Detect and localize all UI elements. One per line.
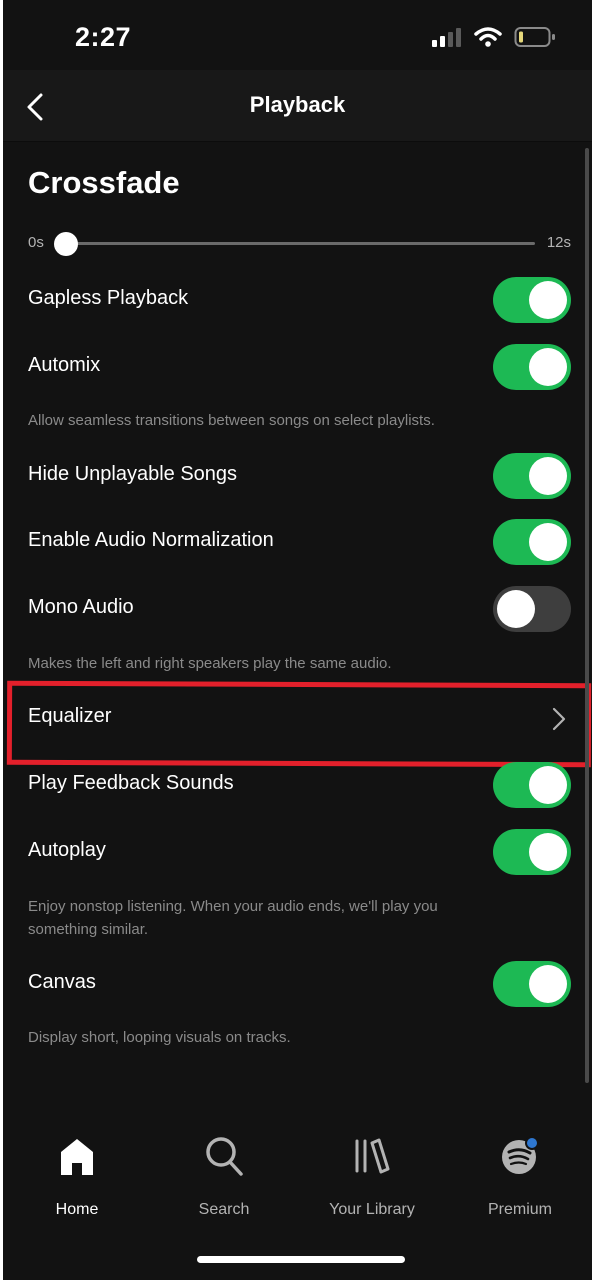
- library-icon: [355, 1138, 390, 1174]
- slider-thumb[interactable]: [54, 232, 78, 256]
- toggle-knob: [529, 965, 567, 1003]
- toggle-knob: [529, 281, 567, 319]
- hide-unplayable-label: Hide Unplayable Songs: [28, 463, 238, 485]
- crossfade-slider[interactable]: 0s 12s: [28, 231, 571, 256]
- automix-row: Automix: [28, 344, 571, 390]
- wifi-icon: [474, 27, 502, 47]
- slider-track[interactable]: [54, 232, 535, 256]
- toggle-knob: [529, 523, 567, 561]
- nav-search-label: Search: [198, 1201, 250, 1218]
- audio-normalization-label: Enable Audio Normalization: [28, 529, 274, 551]
- feedback-sounds-toggle[interactable]: [493, 762, 571, 808]
- page-title: Playback: [249, 92, 346, 117]
- status-time: 2:27: [75, 22, 132, 52]
- gapless-playback-toggle[interactable]: [493, 277, 571, 323]
- mono-audio-description: Makes the left and right speakers play t…: [28, 655, 392, 672]
- battery-icon: [514, 27, 555, 47]
- mono-audio-row: Mono Audio: [28, 586, 571, 632]
- autoplay-toggle[interactable]: [493, 829, 571, 875]
- cellular-signal-icon: [432, 28, 461, 47]
- mono-audio-toggle[interactable]: [493, 586, 571, 632]
- search-icon: [206, 1137, 243, 1176]
- slider-min-label: 0s: [28, 234, 44, 251]
- feedback-sounds-label: Play Feedback Sounds: [28, 772, 234, 794]
- toggle-knob: [497, 590, 535, 628]
- autoplay-label: Autoplay: [28, 839, 106, 861]
- feedback-sounds-row: Play Feedback Sounds: [28, 762, 571, 808]
- autoplay-description-line-1: Enjoy nonstop listening. When your audio…: [28, 898, 438, 915]
- scrollbar[interactable]: [585, 148, 589, 1083]
- toggle-knob: [529, 457, 567, 495]
- spotify-logo-icon: [502, 1136, 539, 1174]
- gapless-playback-label: Gapless Playback: [28, 287, 189, 309]
- toggle-knob: [529, 348, 567, 386]
- nav-home-label: Home: [55, 1201, 99, 1218]
- automix-toggle[interactable]: [493, 344, 571, 390]
- canvas-row: Canvas: [28, 961, 571, 1007]
- nav-library-label: Your Library: [329, 1201, 415, 1218]
- nav-premium-label: Premium: [487, 1201, 552, 1218]
- home-icon: [61, 1139, 93, 1175]
- top-app-bar: Playback: [3, 70, 592, 142]
- equalizer-highlight-box: [6, 680, 592, 768]
- mono-audio-label: Mono Audio: [28, 596, 134, 618]
- canvas-label: Canvas: [28, 971, 96, 993]
- slider-max-label: 12s: [546, 234, 571, 251]
- hide-unplayable-toggle[interactable]: [493, 453, 571, 499]
- nav-search[interactable]: Search: [164, 1135, 284, 1219]
- audio-normalization-row: Enable Audio Normalization: [28, 519, 571, 565]
- autoplay-description: Enjoy nonstop listening. When your audio…: [28, 895, 548, 941]
- nav-home[interactable]: Home: [17, 1135, 137, 1219]
- autoplay-description-line-2: something similar.: [28, 921, 149, 938]
- canvas-description: Display short, looping visuals on tracks…: [28, 1029, 291, 1046]
- nav-premium[interactable]: Premium: [460, 1135, 580, 1219]
- canvas-toggle[interactable]: [493, 961, 571, 1007]
- status-icons: [432, 26, 556, 48]
- crossfade-title: Crossfade: [28, 165, 180, 200]
- hide-unplayable-row: Hide Unplayable Songs: [28, 453, 571, 499]
- automix-label: Automix: [28, 354, 101, 376]
- autoplay-row: Autoplay: [28, 829, 571, 875]
- gapless-playback-row: Gapless Playback: [28, 277, 571, 323]
- audio-normalization-toggle[interactable]: [493, 519, 571, 565]
- nav-library[interactable]: Your Library: [312, 1135, 432, 1219]
- toggle-knob: [529, 766, 567, 804]
- toggle-knob: [529, 833, 567, 871]
- automix-description: Allow seamless transitions between songs…: [28, 412, 435, 429]
- phone-screen: 2:27 Playback Crossfade 0s 12s Gapless P…: [3, 0, 592, 1280]
- home-indicator[interactable]: [197, 1256, 405, 1263]
